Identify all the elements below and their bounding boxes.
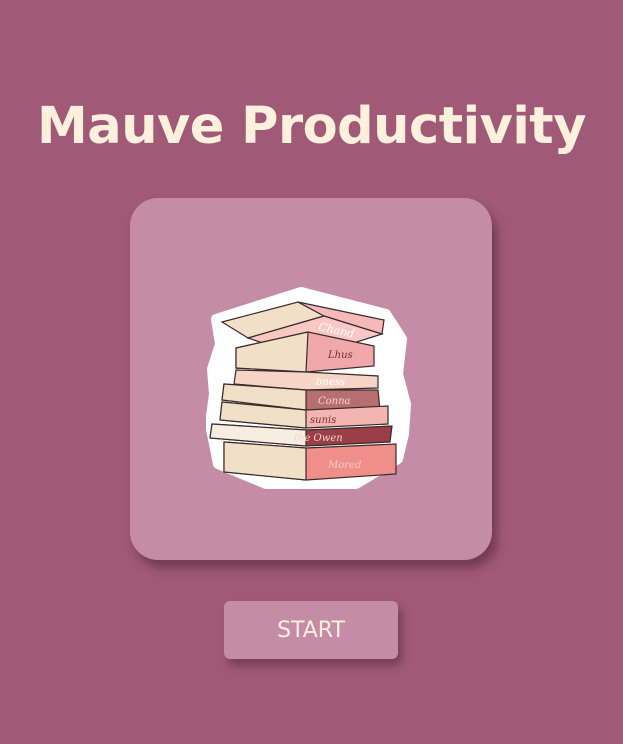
start-button[interactable]: START — [224, 601, 398, 659]
svg-text:sunis: sunis — [310, 415, 336, 426]
svg-text:Lhus: Lhus — [327, 350, 353, 361]
svg-text:Conna: Conna — [318, 396, 351, 407]
page-title: Mauve Productivity — [37, 97, 586, 156]
svg-text:the Owen: the Owen — [294, 433, 343, 444]
svg-text:Mored: Mored — [327, 460, 361, 471]
svg-text:bness: bness — [316, 377, 345, 388]
books-sticker-icon: Chand Lhus bness Conna sunis the Owen Mo… — [206, 287, 411, 489]
illustration-card: Chand Lhus bness Conna sunis the Owen Mo… — [130, 198, 492, 560]
